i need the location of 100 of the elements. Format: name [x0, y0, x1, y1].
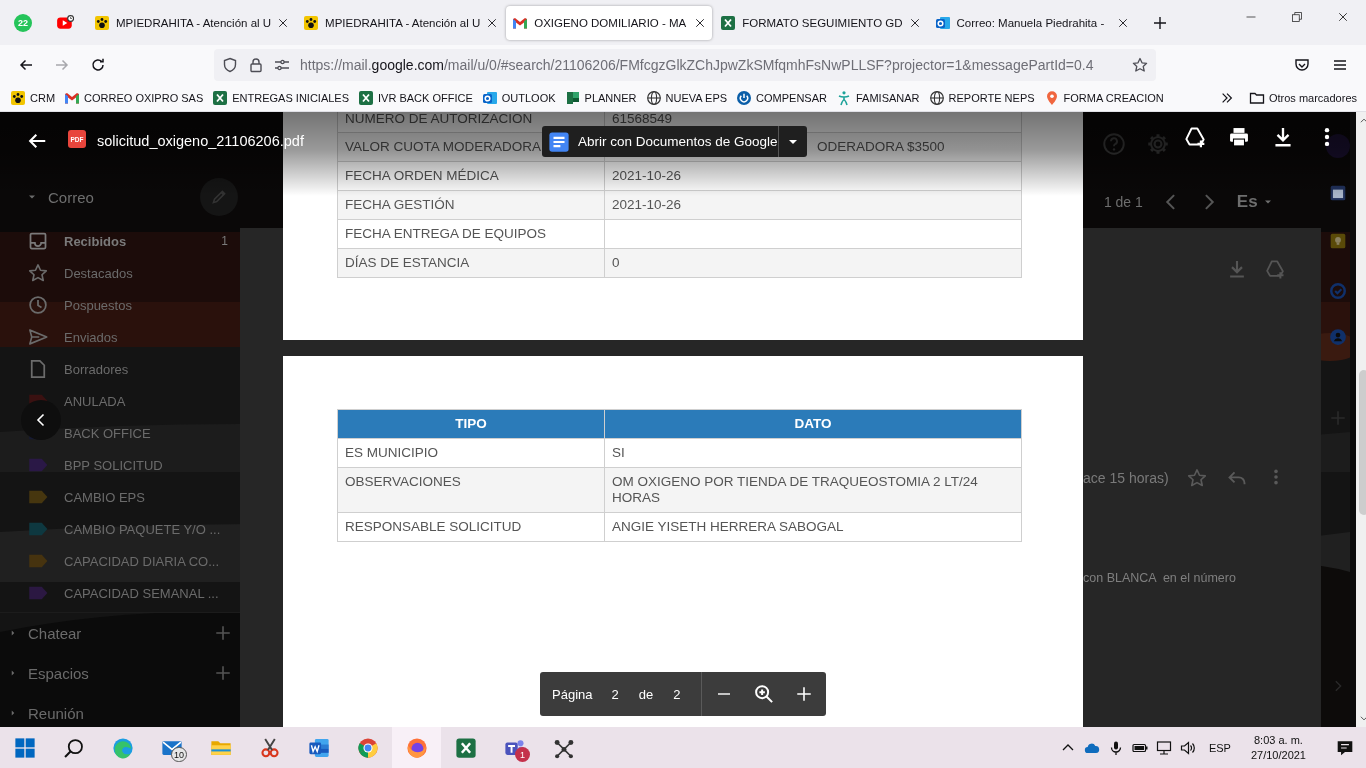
close-icon[interactable]	[694, 16, 707, 29]
page-number[interactable]: 2	[611, 686, 619, 702]
close-icon[interactable]	[277, 16, 290, 29]
print-icon[interactable]	[1228, 126, 1250, 148]
bookmark-folder[interactable]: Otros marcadores	[1244, 87, 1361, 109]
clock-icon	[28, 295, 48, 315]
star-icon[interactable]	[1132, 57, 1148, 73]
folder-item[interactable]: Destacados	[0, 257, 240, 289]
word-processor-icon	[307, 736, 330, 759]
taskbar-app[interactable]: 10	[147, 727, 196, 768]
table-cell: 2021-10-26	[604, 190, 1022, 220]
taskbar-app[interactable]: 1	[490, 727, 539, 768]
section-item[interactable]: Reunión	[0, 693, 240, 727]
plus-icon	[795, 685, 813, 703]
message-time: ace 15 horas)	[1083, 470, 1169, 486]
page-label: de	[638, 686, 654, 702]
table-cell: OM OXIGENO POR TIENDA DE TRAQUEOSTOMIA 2 LT/24 HORAS	[604, 467, 1022, 513]
mail-icon	[64, 90, 81, 106]
folder-item[interactable]: Recibidos 1	[0, 225, 240, 257]
inbox-icon	[28, 231, 48, 251]
browser-circle-icon	[356, 736, 379, 759]
globe-icon	[645, 90, 662, 106]
back-arrow-icon	[18, 57, 34, 73]
language-selector[interactable]: Es	[1236, 191, 1274, 212]
table-cell: FECHA GESTIÓN	[337, 190, 605, 220]
power-icon	[736, 90, 753, 106]
fox-browser-icon	[405, 736, 428, 759]
lock-icon[interactable]	[248, 57, 264, 73]
folder-item[interactable]: Borradores	[0, 353, 240, 385]
browser-swirl-icon	[111, 736, 134, 759]
bookmark[interactable]: PLANNER	[560, 87, 641, 109]
section-heading: Correo	[48, 188, 94, 206]
column-header: TIPO	[337, 409, 605, 439]
column-header: DATO	[604, 409, 1022, 439]
reload-icon	[90, 57, 106, 73]
bookmark[interactable]: FAMISANAR	[832, 87, 924, 109]
globe-icon	[928, 90, 945, 106]
figure-icon	[836, 90, 852, 106]
plus-icon	[1151, 14, 1168, 31]
browser-tab[interactable]: MPIEDRAHITA - Atención al U	[88, 5, 296, 40]
open-with-button[interactable]: Abrir con Documentos de Google	[542, 126, 807, 157]
close-icon[interactable]	[486, 16, 499, 29]
message-text: con BLANCA en el número	[1083, 571, 1237, 585]
close-icon	[1337, 11, 1349, 23]
spreadsheet-icon	[454, 736, 477, 759]
sliders-icon[interactable]	[274, 57, 290, 73]
file-icon	[28, 359, 48, 379]
download-icon[interactable]	[1272, 126, 1294, 148]
star-icon[interactable]	[1186, 468, 1207, 488]
bookmark[interactable]: NUEVA EPS	[641, 87, 732, 109]
close-icon[interactable]	[908, 16, 921, 29]
section-item[interactable]: Chatear	[0, 613, 240, 653]
forward-arrow-icon	[54, 57, 70, 73]
paw-icon	[10, 90, 26, 106]
bookmark[interactable]: ENTREGAS INICIALES	[208, 87, 354, 109]
clock-time[interactable]: 8:03 a. m.	[1254, 732, 1303, 748]
windows-start-icon	[13, 736, 36, 759]
chevron-down-icon	[1358, 713, 1366, 723]
browser-tab[interactable]: OXIGENO DOMILIARIO - MA	[506, 5, 713, 40]
notification-badge: 10	[171, 747, 187, 762]
network-icon[interactable]	[1155, 739, 1172, 756]
close-icon[interactable]	[1116, 16, 1129, 29]
pencil-icon	[210, 188, 228, 206]
table-cell: FECHA ORDEN MÉDICA	[337, 161, 605, 191]
shield-icon[interactable]	[222, 57, 238, 73]
pocket-icon	[1294, 57, 1310, 73]
table-cell: 2021-10-26	[604, 161, 1022, 191]
mail-app-icon	[481, 90, 498, 106]
bookmark[interactable]: FORMA CREACION	[1039, 87, 1168, 109]
address-bar[interactable]: https://mail.google.com/mail/u/0/#search/21106206/FMfcgzGlkZChJpwZkSMfqmhFsNwPLLSF?projector=1&messagePartId=0.4	[214, 49, 1156, 81]
browser-tab[interactable]: FORMATO SEGUIMIENTO GD	[714, 5, 927, 40]
bookmark[interactable]: COMPENSAR	[732, 87, 831, 109]
folder-icon	[1248, 90, 1265, 106]
volume-icon[interactable]	[1179, 739, 1196, 756]
star-icon	[28, 263, 48, 283]
file-name: solicitud_oxigeno_21106206.pdf	[97, 132, 304, 151]
spreadsheet-icon	[212, 90, 229, 106]
browser-tab[interactable]: Correo: Manuela Piedrahita -	[928, 5, 1135, 40]
table-cell: RESPONSABLE SOLICITUD	[337, 512, 605, 542]
paw-icon	[303, 14, 320, 31]
label-item[interactable]: CAMBIO EPS	[0, 481, 240, 513]
table-cell: SI	[604, 438, 1022, 468]
notification-icon[interactable]	[1336, 738, 1354, 757]
bookmark[interactable]: IVR BACK OFFICE	[354, 87, 477, 109]
browser-tab[interactable]: MPIEDRAHITA - Atención al U	[297, 5, 505, 40]
add-to-drive-icon[interactable]	[1184, 126, 1206, 148]
bookmark[interactable]: OUTLOOK	[477, 87, 560, 109]
clock-date[interactable]: 27/10/2021	[1250, 747, 1306, 763]
table-cell: ES MUNICIPIO	[337, 438, 605, 468]
scissors-icon	[258, 736, 281, 759]
check-circle-icon[interactable]	[1329, 282, 1348, 300]
bookmark[interactable]: CORREO OXIPRO SAS	[60, 87, 208, 109]
table-cell: DÍAS DE ESTANCIA	[337, 248, 605, 278]
bookmark[interactable]: REPORTE NEPS	[924, 87, 1039, 109]
video-icon	[56, 13, 74, 32]
spreadsheet-icon	[358, 90, 375, 106]
language-indicator[interactable]: ESP	[1208, 741, 1231, 754]
scrollbar-thumb[interactable]	[1358, 370, 1366, 515]
section-item[interactable]: Espacios	[0, 653, 240, 693]
bookmark[interactable]: CRM	[6, 87, 60, 109]
